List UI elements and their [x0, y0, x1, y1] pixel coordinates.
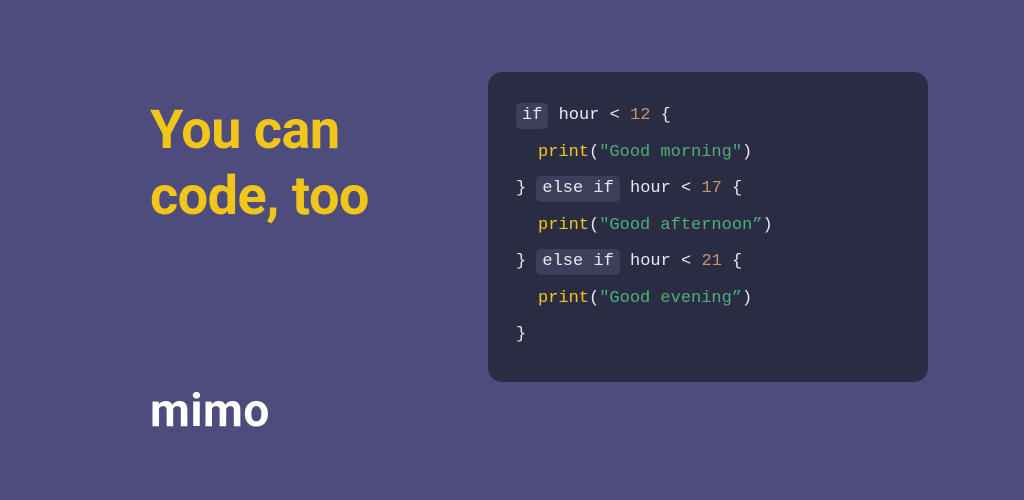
keyword-else-if-1: else if — [536, 176, 619, 202]
code-line-3: } else if hour < 17 { — [516, 171, 900, 208]
headline-line-2: code, too — [150, 164, 369, 230]
code-line-4: print("Good afternoon”) — [516, 208, 900, 245]
code-snippet-card: if hour < 12 { print("Good morning") } e… — [488, 72, 928, 382]
code-line-5: } else if hour < 21 { — [516, 244, 900, 281]
keyword-if: if — [516, 103, 548, 129]
code-line-6: print("Good evening”) — [516, 281, 900, 318]
brand-logo-text: mimo — [150, 384, 270, 438]
code-line-1: if hour < 12 { — [516, 98, 900, 135]
headline-line-1: You can — [150, 98, 369, 164]
code-line-2: print("Good morning") — [516, 135, 900, 172]
headline: You can code, too — [150, 98, 369, 230]
keyword-else-if-2: else if — [536, 249, 619, 275]
code-line-7: } — [516, 317, 900, 354]
